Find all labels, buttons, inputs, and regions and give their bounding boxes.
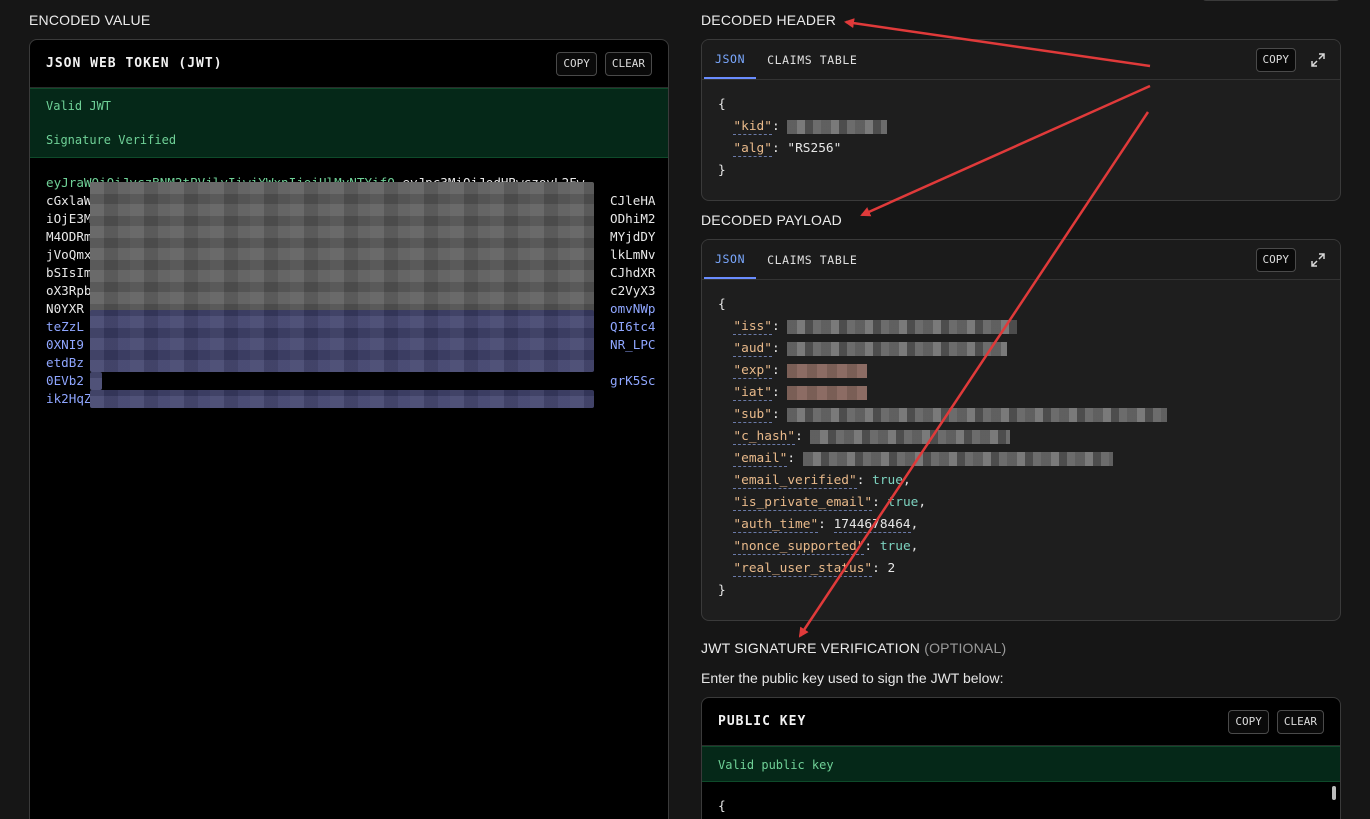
- token-segment: cGxlaW: [46, 193, 92, 208]
- public-key-title: PUBLIC KEY: [718, 714, 807, 729]
- scrollbar[interactable]: [1332, 786, 1336, 800]
- token-segment-tail: QI6tc4: [610, 319, 656, 334]
- public-key-status-box: Valid public key: [702, 746, 1340, 782]
- json-value: true: [887, 495, 919, 510]
- redacted-value: [787, 119, 888, 134]
- json-key: "email": [733, 451, 788, 467]
- json-value: 1744678464: [833, 517, 911, 533]
- expand-icon[interactable]: [1306, 248, 1330, 272]
- token-segment: teZzL: [46, 319, 84, 334]
- json-value: true: [872, 473, 903, 488]
- token-signature-redaction: [90, 310, 594, 372]
- header-tab-json[interactable]: JSON: [704, 40, 757, 79]
- decoded-payload-card: JSON CLAIMS TABLE COPY { "iss": "aud": "…: [701, 239, 1341, 621]
- token-segment-tail: ODhiM2: [610, 211, 656, 226]
- json-key: "email_verified": [733, 473, 857, 489]
- json-value: "RS256": [787, 141, 842, 156]
- decoded-header-card: JSON CLAIMS TABLE COPY { "kid": "alg": "…: [701, 39, 1341, 201]
- redacted-value: [787, 319, 1018, 334]
- public-key-copy-button[interactable]: COPY: [1228, 709, 1269, 734]
- encoded-value-title: ENCODED VALUE: [29, 12, 151, 28]
- json-key: "exp": [733, 363, 772, 379]
- signature-helper-text: Enter the public key used to sign the JW…: [701, 670, 1004, 686]
- public-key-header: PUBLIC KEY COPY CLEAR: [702, 698, 1340, 746]
- json-key: "auth_time": [733, 517, 819, 533]
- payload-tab-claims-table[interactable]: CLAIMS TABLE: [756, 240, 868, 279]
- token-segment-tail: c2VyX3: [610, 283, 656, 298]
- json-key: "real_user_status": [733, 561, 873, 577]
- token-segment-tail: MYjdDY: [610, 229, 656, 244]
- jwt-clear-button[interactable]: CLEAR: [604, 51, 652, 76]
- redacted-value: [787, 341, 1008, 356]
- token-segment-tail: grK5Sc: [610, 373, 656, 388]
- json-key: "sub": [733, 407, 772, 423]
- payload-copy-button[interactable]: COPY: [1255, 247, 1296, 272]
- token-segment-tail: lkLmNv: [610, 247, 656, 262]
- public-key-clear-button[interactable]: CLEAR: [1276, 709, 1324, 734]
- json-key: "kid": [733, 119, 772, 135]
- public-key-input[interactable]: {: [702, 782, 1340, 819]
- expand-icon[interactable]: [1306, 48, 1330, 72]
- redacted-value: [802, 451, 1113, 466]
- json-key: "alg": [733, 141, 772, 157]
- token-segment: jVoQmx: [46, 247, 92, 262]
- json-value: 2: [887, 561, 896, 576]
- public-key-panel: PUBLIC KEY COPY CLEAR Valid public key {: [701, 697, 1341, 819]
- signature-optional-text: (OPTIONAL): [924, 640, 1007, 656]
- header-copy-button[interactable]: COPY: [1255, 47, 1296, 72]
- header-json: { "kid": "alg": "RS256" }: [702, 80, 1340, 196]
- decoded-header-title: DECODED HEADER: [701, 12, 837, 28]
- token-signature-redaction-2: [90, 372, 102, 390]
- token-segment-tail: CJhdXR: [610, 265, 656, 280]
- jwt-panel-header: JSON WEB TOKEN (JWT) COPY CLEAR: [30, 40, 668, 88]
- redacted-value: [787, 407, 1168, 422]
- token-segment: 0EVb2: [46, 373, 84, 388]
- token-segment-tail: CJleHA: [610, 193, 656, 208]
- json-key: "c_hash": [733, 429, 796, 445]
- token-segment: bSIsIm: [46, 265, 92, 280]
- jwt-token-input[interactable]: eyJraWQiOiJvczBNM2tPVjlvIiwiYWxnIjoiUlMy…: [30, 158, 668, 819]
- public-key-body: {: [718, 799, 726, 814]
- jwt-valid-status: Valid JWT: [46, 99, 112, 113]
- decoded-payload-title: DECODED PAYLOAD: [701, 212, 842, 228]
- redacted-value: [787, 385, 868, 400]
- json-key: "iat": [733, 385, 772, 401]
- payload-tab-json[interactable]: JSON: [704, 240, 757, 279]
- token-segment: etdBz: [46, 355, 84, 370]
- token-segment-tail: omvNWp: [610, 301, 656, 316]
- payload-json: { "iss": "aud": "exp": "iat": "sub": "c_…: [702, 280, 1340, 616]
- jwt-copy-button[interactable]: COPY: [556, 51, 597, 76]
- json-key: "is_private_email": [733, 495, 873, 511]
- jwt-status-box: Valid JWT Signature Verified: [30, 88, 668, 158]
- redacted-value: [810, 429, 1011, 444]
- signature-title-text: JWT SIGNATURE VERIFICATION: [701, 640, 921, 656]
- token-segment: oX3Rpb: [46, 283, 92, 298]
- jwt-encoded-panel: JSON WEB TOKEN (JWT) COPY CLEAR Valid JW…: [29, 39, 669, 819]
- redacted-value: [787, 363, 868, 378]
- top-right-control: [1202, 0, 1340, 1]
- json-key: "nonce_supported": [733, 539, 865, 555]
- signature-verification-title: JWT SIGNATURE VERIFICATION (OPTIONAL): [701, 640, 1006, 656]
- public-key-valid-status: Valid public key: [718, 758, 834, 772]
- jwt-signature-status: Signature Verified: [46, 133, 177, 147]
- header-tab-claims-table[interactable]: CLAIMS TABLE: [756, 40, 868, 79]
- token-segment-tail: NR_LPC: [610, 337, 656, 352]
- token-signature-redaction-3: [90, 390, 594, 408]
- token-segment: 0XNI9: [46, 337, 84, 352]
- json-key: "iss": [733, 319, 772, 335]
- json-key: "aud": [733, 341, 772, 357]
- token-line: 0EVb2 grK5Sc: [46, 372, 656, 390]
- json-value: true: [879, 539, 911, 554]
- token-segment: iOjE3M: [46, 211, 92, 226]
- token-segment: M4ODRm: [46, 229, 92, 244]
- jwt-panel-title: JSON WEB TOKEN (JWT): [46, 56, 223, 71]
- token-segment: N0YXR: [46, 301, 84, 316]
